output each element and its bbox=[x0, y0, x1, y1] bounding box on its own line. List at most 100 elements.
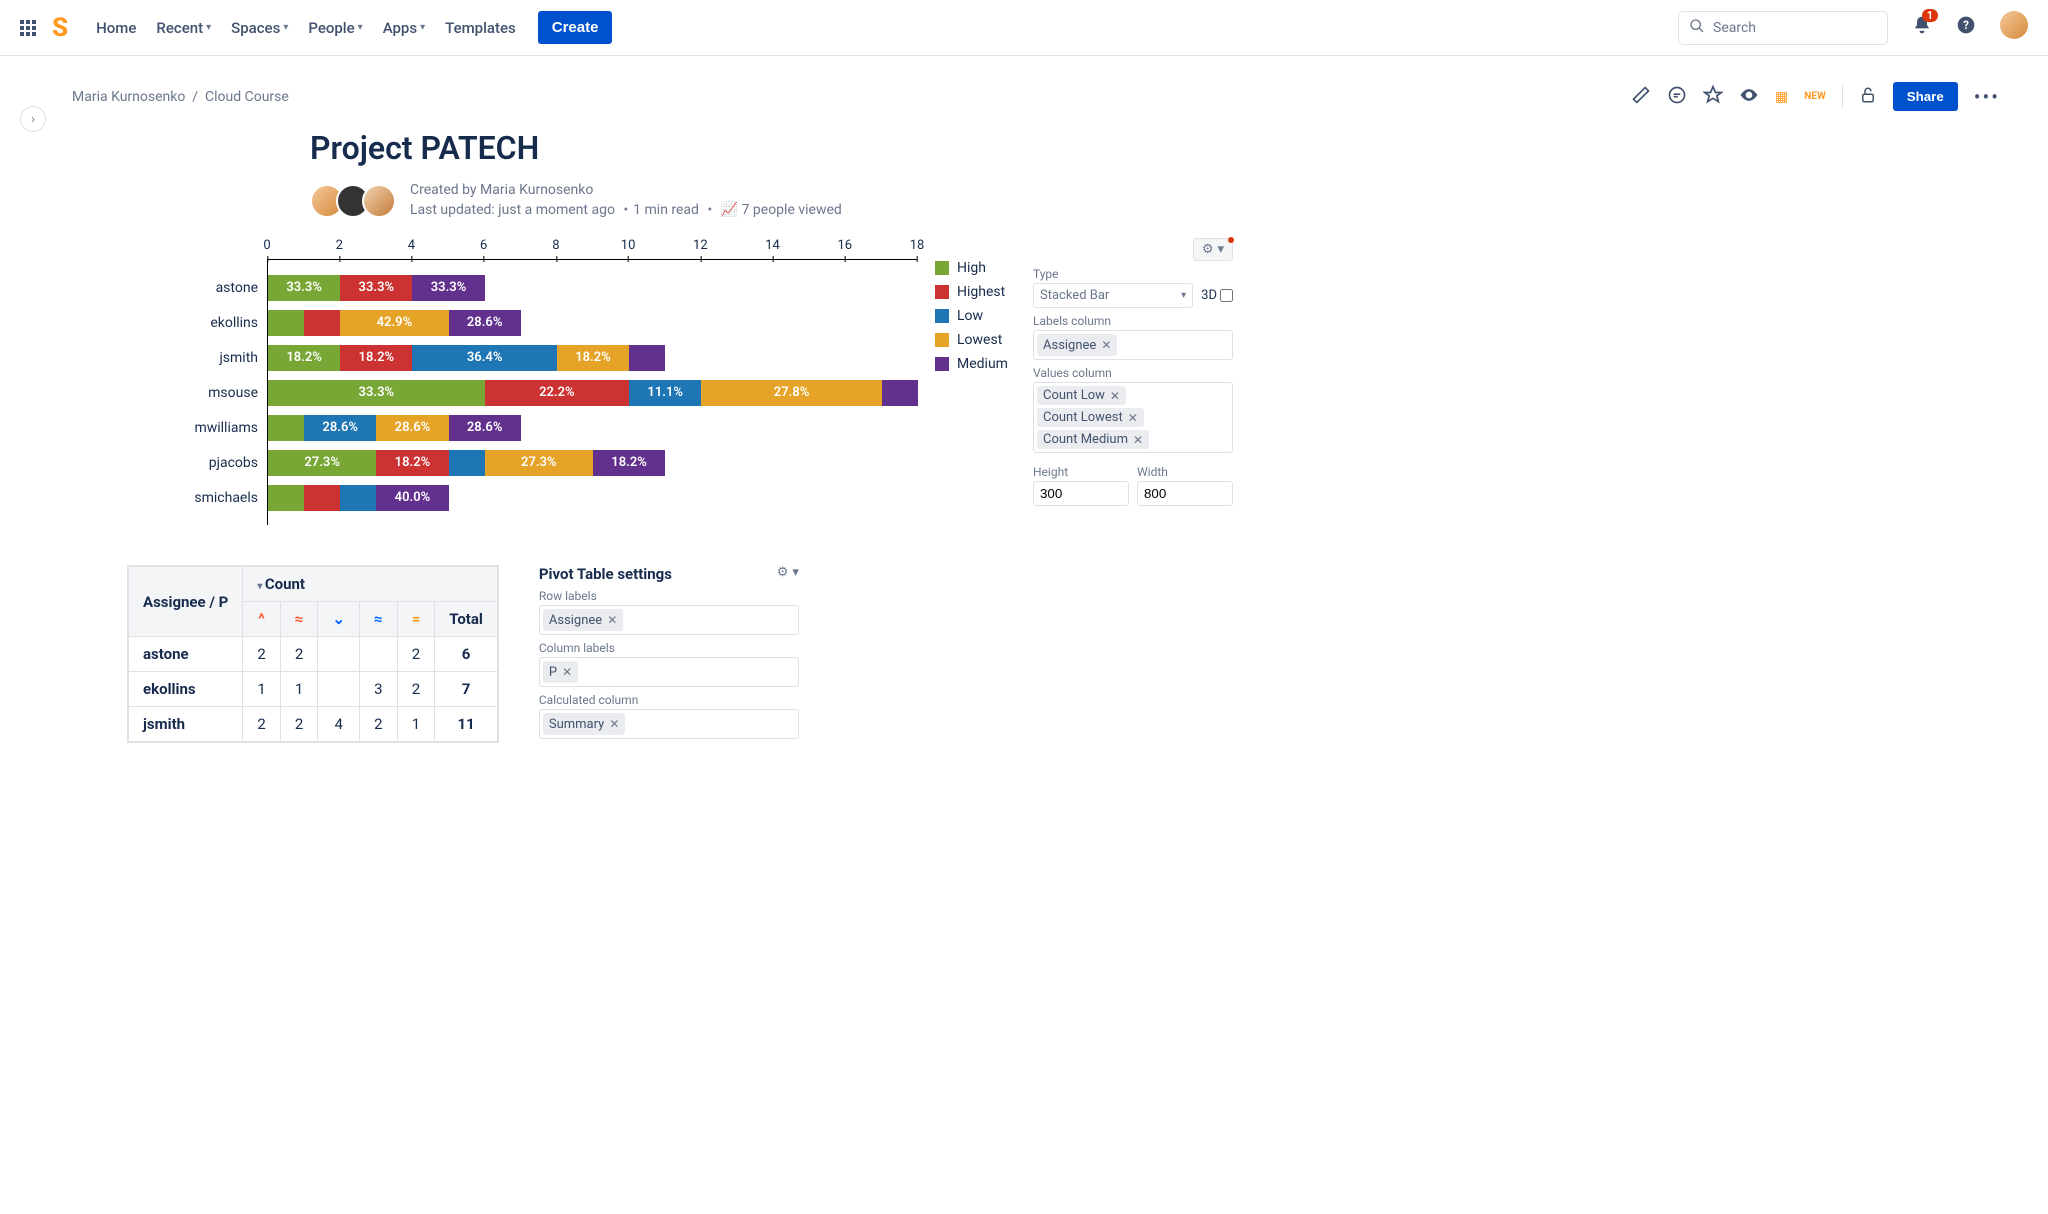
bar-segment-high[interactable]: 33.3% bbox=[268, 380, 485, 406]
more-actions-button[interactable]: ••• bbox=[1974, 85, 2000, 109]
tag-assignee[interactable]: Assignee✕ bbox=[543, 609, 623, 631]
bar-segment-highest[interactable]: 22.2% bbox=[485, 380, 629, 406]
bar-segment-high[interactable]: 33.3% bbox=[268, 275, 340, 301]
labels-column-input[interactable]: Assignee✕ bbox=[1033, 330, 1233, 360]
values-column-input[interactable]: Count Low✕ Count Lowest✕ Count Medium✕ bbox=[1033, 382, 1233, 453]
comment-icon[interactable] bbox=[1667, 85, 1687, 109]
legend-item[interactable]: Lowest bbox=[935, 332, 1015, 348]
gear-icon[interactable]: ⚙ bbox=[777, 565, 789, 580]
row-total: 11 bbox=[435, 707, 498, 743]
product-logo[interactable]: S bbox=[52, 13, 68, 43]
col-labels-label: Column labels bbox=[539, 641, 799, 655]
bar-segment-high[interactable] bbox=[268, 485, 304, 511]
bar-segment-low[interactable]: 11.1% bbox=[629, 380, 701, 406]
cell: 1 bbox=[243, 672, 280, 707]
unlock-icon[interactable] bbox=[1859, 86, 1877, 108]
remove-tag-icon[interactable]: ✕ bbox=[1128, 411, 1138, 425]
bar-segment-lowest[interactable]: 27.8% bbox=[701, 380, 882, 406]
bar-segment-high[interactable] bbox=[268, 415, 304, 441]
remove-tag-icon[interactable]: ✕ bbox=[1110, 389, 1120, 403]
gear-icon: ⚙ bbox=[1202, 242, 1214, 257]
width-input[interactable] bbox=[1137, 481, 1233, 506]
bar-segment-low[interactable]: 28.6% bbox=[304, 415, 376, 441]
bar-segment-low[interactable] bbox=[449, 450, 485, 476]
nav-people[interactable]: People▾ bbox=[300, 13, 370, 43]
breadcrumb-page[interactable]: Cloud Course bbox=[205, 89, 289, 105]
watch-icon[interactable] bbox=[1739, 85, 1759, 109]
create-button[interactable]: Create bbox=[538, 11, 613, 44]
bar-segment-lowest[interactable]: 28.6% bbox=[376, 415, 448, 441]
chevron-down-icon: ▾ bbox=[283, 22, 288, 33]
pivot-count-header[interactable]: ▾ Count bbox=[243, 566, 498, 602]
help-icon[interactable]: ? bbox=[1956, 15, 1976, 40]
tag-value[interactable]: Count Lowest✕ bbox=[1037, 408, 1144, 427]
analytics-icon[interactable]: 📈 bbox=[721, 202, 742, 218]
bar-segment-medium[interactable]: 28.6% bbox=[449, 415, 521, 441]
bar-segment-highest[interactable]: 33.3% bbox=[340, 275, 412, 301]
bar-segment-highest[interactable]: 18.2% bbox=[340, 345, 412, 371]
chart-type-select[interactable]: Stacked Bar▾ bbox=[1033, 283, 1193, 308]
tag-summary[interactable]: Summary✕ bbox=[543, 713, 626, 735]
bar-segment-low[interactable]: 36.4% bbox=[412, 345, 556, 371]
nav-recent[interactable]: Recent▾ bbox=[148, 13, 219, 43]
remove-tag-icon[interactable]: ✕ bbox=[609, 717, 619, 731]
cfg-width-label: Width bbox=[1137, 465, 1233, 479]
bar-segment-lowest[interactable]: 27.3% bbox=[485, 450, 593, 476]
edit-icon[interactable] bbox=[1631, 85, 1651, 109]
3d-checkbox-label: 3D bbox=[1201, 288, 1233, 303]
bar-segment-lowest[interactable]: 18.2% bbox=[557, 345, 629, 371]
contributor-avatars[interactable] bbox=[310, 184, 396, 218]
search-input[interactable]: Search bbox=[1678, 11, 1888, 45]
height-input[interactable] bbox=[1033, 481, 1129, 506]
app-icon-1[interactable]: ▦ bbox=[1775, 89, 1788, 105]
tag-assignee[interactable]: Assignee✕ bbox=[1037, 334, 1117, 356]
bar-segment-high[interactable] bbox=[268, 310, 304, 336]
remove-tag-icon[interactable]: ✕ bbox=[562, 665, 572, 679]
row-labels-input[interactable]: Assignee✕ bbox=[539, 605, 799, 635]
remove-tag-icon[interactable]: ✕ bbox=[1101, 338, 1111, 352]
sidebar-toggle-button[interactable]: › bbox=[20, 106, 46, 132]
bar-segment-high[interactable]: 18.2% bbox=[268, 345, 340, 371]
bar-segment-highest[interactable] bbox=[304, 310, 340, 336]
remove-tag-icon[interactable]: ✕ bbox=[607, 613, 617, 627]
cell: 2 bbox=[280, 637, 318, 672]
nav-templates[interactable]: Templates bbox=[437, 13, 524, 43]
profile-avatar[interactable] bbox=[2000, 11, 2028, 44]
tag-value[interactable]: Count Medium✕ bbox=[1037, 430, 1149, 449]
star-icon[interactable] bbox=[1703, 85, 1723, 109]
legend-item[interactable]: Low bbox=[935, 308, 1015, 324]
nav-spaces[interactable]: Spaces▾ bbox=[223, 13, 296, 43]
bar-segment-highest[interactable] bbox=[304, 485, 340, 511]
legend-item[interactable]: Highest bbox=[935, 284, 1015, 300]
search-icon bbox=[1689, 18, 1705, 38]
chevron-down-icon[interactable]: ▾ bbox=[792, 565, 799, 580]
bar-segment-medium[interactable]: 33.3% bbox=[412, 275, 484, 301]
nav-apps[interactable]: Apps▾ bbox=[375, 13, 433, 43]
share-button[interactable]: Share bbox=[1893, 82, 1958, 111]
bar-segment-medium[interactable]: 28.6% bbox=[449, 310, 521, 336]
bar-segment-high[interactable]: 27.3% bbox=[268, 450, 376, 476]
calc-col-input[interactable]: Summary✕ bbox=[539, 709, 799, 739]
notifications-button[interactable]: 1 bbox=[1912, 15, 1932, 40]
bar-segment-medium[interactable] bbox=[629, 345, 665, 371]
bar-segment-highest[interactable]: 18.2% bbox=[376, 450, 448, 476]
3d-checkbox[interactable] bbox=[1220, 289, 1233, 302]
bar-segment-medium[interactable] bbox=[882, 380, 918, 406]
col-labels-input[interactable]: P✕ bbox=[539, 657, 799, 687]
bar-segment-medium[interactable]: 40.0% bbox=[376, 485, 448, 511]
bar-segment-low[interactable] bbox=[340, 485, 376, 511]
nav-home[interactable]: Home bbox=[88, 13, 144, 43]
bar-segment-lowest[interactable]: 42.9% bbox=[340, 310, 448, 336]
legend-item[interactable]: High bbox=[935, 260, 1015, 276]
breadcrumb-space[interactable]: Maria Kurnosenko bbox=[72, 89, 185, 105]
app-switcher-icon[interactable] bbox=[20, 20, 36, 36]
bar-segment-medium[interactable]: 18.2% bbox=[593, 450, 665, 476]
chart-settings-button[interactable]: ⚙ ▾ bbox=[1193, 238, 1233, 261]
x-tick: 18 bbox=[910, 238, 925, 253]
cell: 2 bbox=[243, 637, 280, 672]
legend-item[interactable]: Medium bbox=[935, 356, 1015, 372]
app-icon-new[interactable]: NEW bbox=[1804, 91, 1825, 102]
tag-value[interactable]: Count Low✕ bbox=[1037, 386, 1126, 405]
remove-tag-icon[interactable]: ✕ bbox=[1133, 433, 1143, 447]
tag-p[interactable]: P✕ bbox=[543, 661, 578, 683]
